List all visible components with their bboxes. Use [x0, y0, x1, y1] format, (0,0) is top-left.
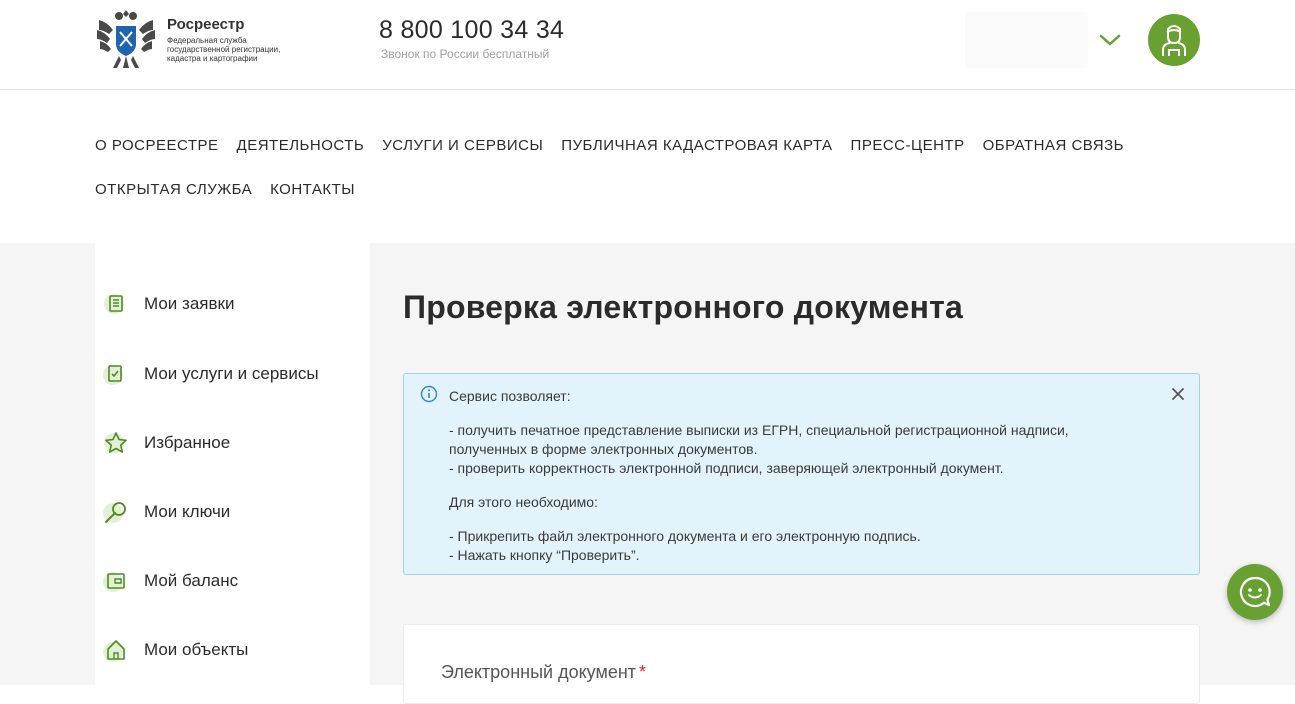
close-icon[interactable] [1168, 384, 1188, 404]
info-requirements-heading: Для этого необходимо: [449, 494, 598, 510]
logo[interactable]: Росреестр Федеральная служба государстве… [95, 6, 297, 72]
site-header: Росреестр Федеральная служба государстве… [0, 0, 1295, 90]
field-label-text: Электронный документ [441, 662, 637, 682]
sidebar-item-my-objects[interactable]: Мои объекты [103, 637, 248, 663]
phone-number[interactable]: 8 800 100 34 34 [379, 16, 564, 45]
account-sidebar: Мои заявки Мои услуги и сервисы Избранно… [95, 243, 370, 685]
user-account-button[interactable] [1148, 14, 1200, 66]
key-icon [103, 502, 126, 523]
region-selector[interactable] [965, 12, 1088, 68]
phone-note: Звонок по России бесплатный [381, 47, 550, 61]
sidebar-item-label: Мои объекты [144, 640, 249, 659]
sidebar-item-my-balance[interactable]: Мой баланс [103, 568, 238, 594]
document-icon [104, 294, 124, 314]
sidebar-item-label: Мои услуги и сервисы [144, 364, 319, 383]
sidebar-item-my-services[interactable]: Мои услуги и сервисы [103, 361, 319, 387]
info-step: - Прикрепить файл электронного документа… [449, 528, 921, 544]
nav-item-open-service[interactable]: ОТКРЫТАЯ СЛУЖБА [95, 179, 252, 198]
info-text: Сервис позволяет: - получить печатное пр… [449, 387, 1149, 565]
sidebar-item-label: Мои ключи [144, 502, 231, 521]
nav-item-activity[interactable]: ДЕЯТЕЛЬНОСТЬ [237, 135, 365, 154]
sidebar-item-my-keys[interactable]: Мои ключи [103, 499, 230, 525]
nav-item-contacts[interactable]: КОНТАКТЫ [270, 179, 355, 198]
sidebar-item-label: Избранное [144, 433, 231, 452]
verification-form: Электронный документ * [403, 624, 1200, 704]
logo-subtitle: Федеральная служба государственной регис… [167, 36, 281, 63]
info-heading: Сервис позволяет: [449, 388, 571, 404]
chevron-down-icon[interactable] [1098, 28, 1122, 52]
house-icon [103, 640, 125, 662]
info-line: - проверить корректность электронной под… [449, 460, 1004, 476]
nav-item-press-center[interactable]: ПРЕСС-ЦЕНТР [851, 135, 965, 154]
checklist-icon [103, 365, 123, 385]
nav-row-1: О РОСРЕЕСТРЕ ДЕЯТЕЛЬНОСТЬ УСЛУГИ И СЕРВИ… [95, 135, 1195, 179]
user-icon [1162, 25, 1186, 56]
page-title: Проверка электронного документа [403, 289, 964, 325]
info-line: - получить печатное представление выписк… [449, 422, 1069, 457]
chat-button[interactable] [1227, 564, 1283, 620]
hotline: 8 800 100 34 34 Звонок по России бесплат… [379, 16, 564, 61]
wallet-icon [103, 572, 125, 592]
electronic-document-label: Электронный документ * [441, 662, 646, 683]
nav-item-services[interactable]: УСЛУГИ И СЕРВИСЫ [382, 135, 543, 154]
nav-item-about[interactable]: О РОСРЕЕСТРЕ [95, 135, 219, 154]
info-icon [420, 385, 438, 403]
info-alert: Сервис позволяет: - получить печатное пр… [403, 373, 1200, 575]
main-navigation: О РОСРЕЕСТРЕ ДЕЯТЕЛЬНОСТЬ УСЛУГИ И СЕРВИ… [95, 135, 1195, 223]
sidebar-item-favorites[interactable]: Избранное [103, 430, 230, 456]
required-mark: * [639, 662, 647, 682]
logo-title: Росреестр [167, 16, 245, 33]
sidebar-item-label: Мой баланс [144, 571, 239, 590]
star-icon [104, 432, 127, 453]
sidebar-item-label: Мои заявки [144, 294, 235, 313]
eagle-emblem-icon [97, 10, 155, 68]
sidebar-item-my-applications[interactable]: Мои заявки [103, 291, 234, 317]
chat-smile-icon [1239, 576, 1271, 608]
nav-item-cadastral-map[interactable]: ПУБЛИЧНАЯ КАДАСТРОВАЯ КАРТА [561, 135, 832, 154]
nav-row-2: ОТКРЫТАЯ СЛУЖБА КОНТАКТЫ [95, 179, 1195, 223]
info-step: - Нажать кнопку “Проверить”. [449, 547, 640, 563]
nav-item-feedback[interactable]: ОБРАТНАЯ СВЯЗЬ [983, 135, 1124, 154]
